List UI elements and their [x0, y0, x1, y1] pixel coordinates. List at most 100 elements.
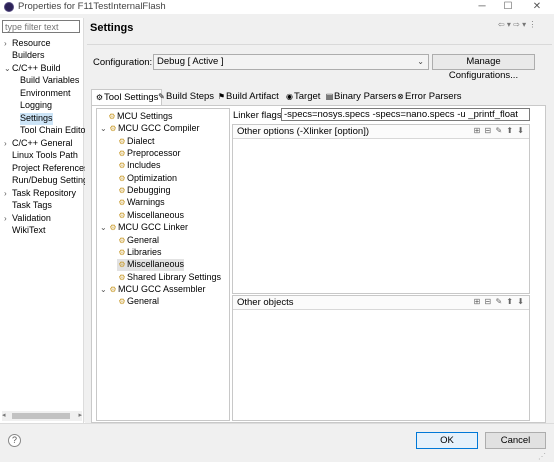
tool-tree-item-label: MCU GCC Linker — [118, 222, 189, 233]
gear-icon: ⚙ — [118, 161, 126, 171]
left-nav-item[interactable]: › Validation — [4, 213, 51, 225]
window-title: Properties for F11TestInternalFlash — [18, 1, 166, 12]
resize-grip-icon[interactable]: ⋰ — [538, 452, 546, 461]
linker-flags-input[interactable]: -specs=nosys.specs -specs=nano.specs -u … — [281, 108, 530, 121]
tab-item[interactable]: ▤Binary Parsers — [325, 89, 397, 105]
tab-item[interactable]: ⚑Build Artifact — [217, 89, 279, 105]
tool-tree-item[interactable]: ⚙MCU Settings — [107, 111, 172, 123]
tab-item[interactable]: ◉Target — [285, 89, 320, 105]
tab-icon: ⚑ — [217, 92, 226, 101]
maximize-button[interactable]: ☐ — [497, 0, 519, 14]
tab-icon: ⊗ — [397, 92, 404, 101]
filter-input[interactable] — [2, 20, 80, 33]
tool-tree-item[interactable]: ⚙Preprocessor — [117, 148, 180, 160]
scroll-left-icon[interactable]: ◂ — [2, 411, 6, 419]
tool-tree-item-label: MCU GCC Assembler — [118, 283, 206, 294]
gear-icon: ⚙ — [109, 124, 117, 134]
chevron-down-icon[interactable]: ⌄ — [100, 123, 108, 134]
tab-icon: ✎ — [158, 92, 165, 101]
chevron-down-icon[interactable]: ⌄ — [4, 63, 12, 74]
tool-tree-item[interactable]: ⚙Dialect — [117, 135, 155, 148]
chevron-right-icon[interactable]: › — [4, 138, 12, 149]
gear-icon: ⚙ — [118, 186, 126, 196]
left-nav-item[interactable]: Builders — [12, 50, 45, 62]
left-nav-item[interactable]: Linux Tools Path — [12, 150, 78, 162]
left-nav-item[interactable]: Build Variables — [20, 75, 79, 87]
gear-icon: ⚙ — [118, 297, 126, 307]
ok-button[interactable]: OK — [416, 432, 478, 449]
chevron-right-icon[interactable]: › — [4, 213, 12, 224]
left-nav-item[interactable]: Settings — [20, 113, 53, 125]
tool-tree-item[interactable]: ⚙General — [117, 296, 159, 308]
tool-tree-item-label: Miscellaneous — [127, 209, 185, 220]
scroll-thumb[interactable] — [12, 413, 70, 419]
left-nav-item[interactable]: › C/C++ General — [4, 138, 73, 150]
tool-tree-item[interactable]: ⚙Miscellaneous — [117, 210, 184, 222]
tab-item[interactable]: ⚙Tool Settings — [91, 89, 163, 105]
tab-item[interactable]: ✎Build Steps — [157, 89, 214, 105]
tool-tree-item[interactable]: ⚙Libraries — [117, 247, 161, 259]
left-nav-item-label: Validation — [12, 213, 51, 223]
tool-tree-item[interactable]: ⚙Optimization — [117, 173, 177, 185]
left-nav-item[interactable]: › Resource — [4, 38, 51, 50]
left-nav-item-label: Task Tags — [12, 200, 52, 210]
tool-tree-item-label: General — [127, 234, 160, 245]
tab-icon: ◉ — [286, 92, 293, 101]
tool-tree-item[interactable]: ⌄ ⚙MCU GCC Compiler — [100, 123, 200, 135]
manage-configurations-button[interactable]: Manage Configurations... — [432, 54, 535, 81]
tab-label: Tool Settings — [104, 92, 159, 103]
chevron-right-icon[interactable]: › — [4, 38, 12, 49]
left-nav-item[interactable]: Logging — [20, 100, 52, 112]
left-nav-item[interactable]: Tool Chain Editor — [20, 125, 89, 137]
chevron-right-icon[interactable]: › — [4, 188, 12, 199]
cancel-button[interactable]: Cancel — [485, 432, 546, 449]
chevron-down-icon[interactable]: ⌄ — [100, 284, 108, 295]
configuration-label: Configuration: — [93, 57, 153, 68]
left-nav-item-label: Environment — [20, 88, 71, 98]
tool-tree-item[interactable]: ⚙General — [117, 235, 159, 247]
gear-icon: ⚙ — [109, 223, 117, 233]
other-options-list[interactable]: Other options (-Xlinker [option]) ⊞ ⊟ ✎ … — [232, 124, 530, 294]
tool-tree-item[interactable]: ⚙Miscellaneous — [117, 259, 185, 272]
left-nav-item[interactable]: WikiText — [12, 225, 46, 237]
chevron-down-icon[interactable]: ⌄ — [100, 222, 108, 233]
left-nav-item[interactable]: › Task Repository — [4, 188, 76, 200]
close-button[interactable]: ✕ — [526, 0, 548, 14]
tab-label: Binary Parsers — [334, 91, 397, 102]
left-nav-item[interactable]: ⌄C/C++ Build — [4, 63, 61, 75]
scroll-right-icon[interactable]: ▸ — [78, 411, 82, 419]
left-nav-item[interactable]: Environment — [20, 88, 71, 100]
other-objects-title: Other objects — [237, 297, 294, 308]
help-icon[interactable]: ? — [8, 434, 21, 447]
tool-tree-item-label: Dialect — [127, 135, 155, 146]
configuration-select[interactable]: Debug [ Active ] ⌄ — [153, 54, 429, 70]
left-nav-item-label: Build Variables — [20, 75, 80, 85]
tool-tree-item[interactable]: ⚙Includes — [117, 160, 160, 172]
tool-tree-item[interactable]: ⚙Debugging — [117, 185, 170, 197]
gear-icon: ⚙ — [108, 112, 116, 121]
gear-icon: ⚙ — [118, 149, 126, 159]
gear-icon: ⚙ — [118, 272, 126, 282]
tool-tree-item[interactable]: ⌄ ⚙MCU GCC Linker — [100, 222, 188, 234]
tool-tree-item[interactable]: ⚙Warnings — [117, 197, 165, 209]
chevron-down-icon: ⌄ — [417, 57, 424, 66]
list-actions-icon[interactable]: ⊞ ⊟ ✎ ⬆ ⬇ — [474, 126, 525, 135]
left-horizontal-scrollbar[interactable]: ◂ ▸ — [2, 411, 82, 421]
tab-label: Target — [294, 91, 321, 102]
left-nav-item[interactable]: Project References — [12, 163, 89, 175]
tool-tree-item-label: Warnings — [127, 197, 165, 208]
navigation-arrows-icon[interactable]: ⇦ ▾ ⇨ ▾ ⋮ — [498, 20, 536, 29]
left-nav-item[interactable]: Run/Debug Settings — [12, 175, 93, 187]
tool-tree-item[interactable]: ⚙Shared Library Settings — [117, 272, 221, 284]
tab-label: Build Steps — [166, 91, 215, 102]
tab-label: Error Parsers — [405, 91, 462, 102]
gear-icon: ⚙ — [118, 173, 126, 183]
tool-tree-item-label: Optimization — [127, 172, 178, 183]
left-nav-item[interactable]: Task Tags — [12, 200, 52, 212]
tab-item[interactable]: ⊗Error Parsers — [396, 89, 461, 105]
tool-tree-item[interactable]: ⌄ ⚙MCU GCC Assembler — [100, 284, 206, 296]
minimize-button[interactable]: ─ — [471, 0, 493, 14]
left-nav-item-label: Linux Tools Path — [12, 150, 78, 160]
other-objects-list[interactable]: Other objects ⊞ ⊟ ✎ ⬆ ⬇ — [232, 295, 530, 421]
list-actions-icon[interactable]: ⊞ ⊟ ✎ ⬆ ⬇ — [474, 297, 525, 306]
